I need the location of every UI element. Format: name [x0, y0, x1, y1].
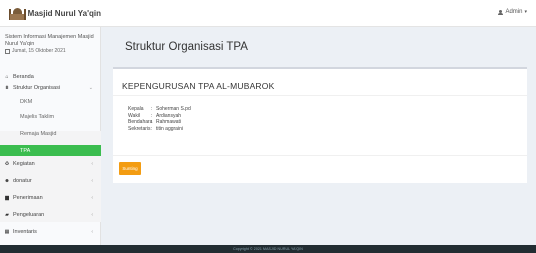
- footer: Copyright © 2021 MASJID NURUL YA'QIN: [0, 245, 536, 253]
- sidebar-item-kegiatan[interactable]: ♻ Kegiatan ‹: [0, 159, 101, 168]
- sidebar-item-label: donatur: [13, 177, 32, 184]
- member-row: Sekretaris : titin aggraini: [128, 126, 191, 133]
- panel-footer-divider: [113, 155, 527, 156]
- sidebar-item-pengeluaran[interactable]: ▰ Pengeluaran ‹: [0, 210, 101, 219]
- sidebar-item-inventaris[interactable]: ▦ Inventaris ‹: [0, 227, 101, 236]
- sidebar-item-struktur-organisasi[interactable]: ⩩ Struktur Organisasi ⌄: [0, 83, 101, 92]
- chevron-left-icon: ‹: [91, 160, 93, 167]
- sidebar: Sistem Informasi Manajemen Masjid Nurul …: [0, 27, 101, 245]
- system-title: Sistem Informasi Manajemen Masjid Nurul …: [5, 34, 94, 47]
- sidebar-item-label: Penerimaan: [13, 194, 43, 201]
- chevron-down-icon: ⌄: [88, 84, 93, 91]
- sidebar-item-penerimaan[interactable]: ▆ Penerimaan ‹: [0, 193, 101, 202]
- mosque-logo-icon: [9, 7, 26, 20]
- panel-divider: [113, 95, 527, 96]
- sidebar-subitem-remaja-masjid[interactable]: Remaja Masjid: [0, 129, 101, 138]
- user-menu[interactable]: Admin ▾: [498, 9, 527, 15]
- sidebar-item-beranda[interactable]: ⌂ Beranda: [0, 72, 101, 81]
- panel-title: KEPENGURUSAN TPA AL-MUBAROK: [122, 81, 275, 91]
- member-role: Sekretaris: [128, 125, 151, 132]
- users-icon: ☻: [4, 177, 10, 184]
- sidebar-item-label: Inventaris: [13, 228, 37, 235]
- sidebar-item-label: Pengeluaran: [13, 211, 45, 218]
- current-date: Jumat, 15 Oktober 2021: [0, 48, 100, 54]
- app-title: Masjid Nurul Ya'qin: [27, 9, 101, 18]
- chevron-left-icon: ‹: [91, 211, 93, 218]
- member-list: Kepala : Soherman S.pd Wakil : Ardiansya…: [128, 106, 191, 132]
- sidebar-item-donatur[interactable]: ☻ donatur ‹: [0, 176, 101, 185]
- top-navbar: Masjid Nurul Ya'qin Admin ▾: [0, 0, 536, 27]
- chevron-left-icon: ‹: [91, 228, 93, 235]
- table-icon: ▦: [4, 228, 10, 235]
- home-icon: ⌂: [5, 73, 9, 80]
- folder-open-icon: ▰: [5, 211, 9, 218]
- organization-panel: KEPENGURUSAN TPA AL-MUBAROK Kepala : Soh…: [113, 67, 527, 183]
- user-icon: [498, 9, 504, 15]
- folder-icon: ▆: [5, 194, 9, 201]
- edit-button[interactable]: Sunting: [119, 162, 141, 175]
- member-name: titin aggraini: [156, 125, 183, 132]
- caret-down-icon: ▾: [524, 9, 527, 15]
- sidebar-item-label: Kegiatan: [13, 160, 35, 167]
- calendar-icon: [5, 48, 10, 54]
- chevron-left-icon: ‹: [91, 194, 93, 201]
- sidebar-subitem-tpa[interactable]: TPA: [0, 145, 101, 156]
- sidebar-item-label: Beranda: [13, 73, 34, 80]
- recycle-icon: ♻: [4, 160, 10, 167]
- user-label: Admin: [505, 9, 523, 15]
- chevron-left-icon: ‹: [91, 177, 93, 184]
- sidebar-subitem-dkm[interactable]: DKM: [0, 97, 101, 106]
- brand[interactable]: Masjid Nurul Ya'qin: [0, 0, 101, 27]
- sidebar-item-label: Struktur Organisasi: [13, 84, 61, 91]
- sitemap-icon: ⩩: [5, 84, 9, 91]
- page-title: Struktur Organisasi TPA: [125, 41, 248, 53]
- sidebar-subitem-majelis-taklim[interactable]: Majelis Taklim: [0, 112, 101, 121]
- date-text: Jumat, 15 Oktober 2021: [12, 48, 66, 54]
